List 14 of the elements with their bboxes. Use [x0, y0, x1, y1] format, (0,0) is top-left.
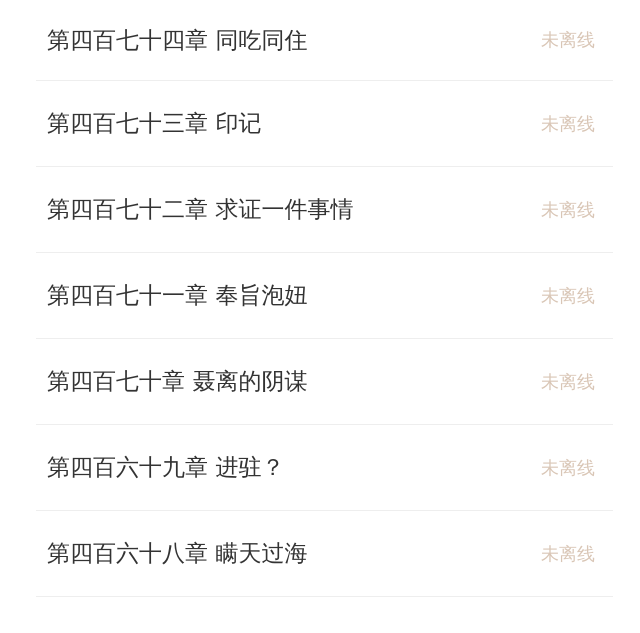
chapter-title[interactable]: 第四百六十八章 瞒天过海	[47, 538, 308, 569]
download-status: 未离线	[541, 542, 595, 566]
download-status: 未离线	[541, 284, 595, 308]
chapter-title[interactable]: 第四百七十四章 同吃同住	[47, 24, 308, 56]
chapter-title[interactable]: 第四百七十三章 印记	[47, 108, 262, 139]
download-status: 未离线	[541, 198, 595, 222]
chapter-title[interactable]: 第四百七十二章 求证一件事情	[47, 194, 354, 225]
chapter-title[interactable]: 第四百七十一章 奉旨泡妞	[47, 280, 308, 311]
download-status: 未离线	[541, 112, 595, 136]
chapter-title[interactable]: 第四百七十章 聂离的阴谋	[47, 366, 308, 397]
chapter-title[interactable]: 第四百六十九章 进驻？	[47, 452, 284, 483]
download-status: 未离线	[541, 29, 595, 52]
download-status: 未离线	[541, 370, 595, 394]
download-status: 未离线	[541, 456, 595, 480]
